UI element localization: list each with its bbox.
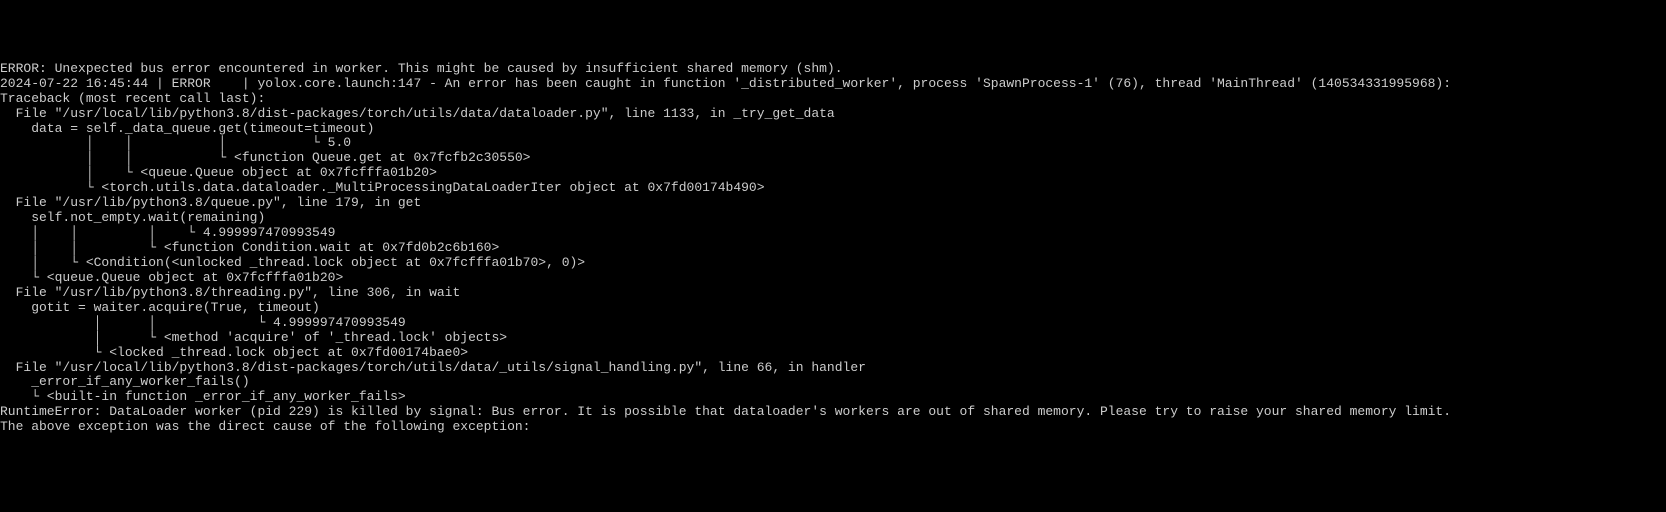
log-line-file-signalhandling: File "/usr/local/lib/python3.8/dist-pack… bbox=[0, 361, 1666, 376]
log-line-code-wait: self.not_empty.wait(remaining) bbox=[0, 211, 1666, 226]
log-line-error-header: 2024-07-22 16:45:44 | ERROR | yolox.core… bbox=[0, 77, 1666, 92]
log-line-traceback-header: Traceback (most recent call last): bbox=[0, 92, 1666, 107]
log-line-code-data: data = self._data_queue.get(timeout=time… bbox=[0, 122, 1666, 137]
log-line-error-bus: ERROR: Unexpected bus error encountered … bbox=[0, 62, 1666, 77]
log-line-trace-conditionobj: │ └ <Condition(<unlocked _thread.lock ob… bbox=[0, 256, 1666, 271]
log-line-trace-queueget: │ │ └ <function Queue.get at 0x7fcfb2c30… bbox=[0, 151, 1666, 166]
log-line-trace-timeout: │ │ │ └ 5.0 bbox=[0, 136, 1666, 151]
log-line-trace-queueobj2: └ <queue.Queue object at 0x7fcfffa01b20> bbox=[0, 271, 1666, 286]
log-line-file-queue: File "/usr/lib/python3.8/queue.py", line… bbox=[0, 196, 1666, 211]
log-line-trace-builtin: └ <built-in function _error_if_any_worke… bbox=[0, 390, 1666, 405]
log-line-exception-cause: The above exception was the direct cause… bbox=[0, 420, 1666, 435]
log-line-runtimeerror: RuntimeError: DataLoader worker (pid 229… bbox=[0, 405, 1666, 420]
log-line-file-dataloader: File "/usr/local/lib/python3.8/dist-pack… bbox=[0, 107, 1666, 122]
log-line-file-threading: File "/usr/lib/python3.8/threading.py", … bbox=[0, 286, 1666, 301]
log-line-trace-acquiremethod: │ └ <method 'acquire' of '_thread.lock' … bbox=[0, 331, 1666, 346]
log-line-trace-iter: └ <torch.utils.data.dataloader._MultiPro… bbox=[0, 181, 1666, 196]
terminal-output: ERROR: Unexpected bus error encountered … bbox=[0, 62, 1666, 435]
log-line-code-errorworker: _error_if_any_worker_fails() bbox=[0, 375, 1666, 390]
log-line-code-acquire: gotit = waiter.acquire(True, timeout) bbox=[0, 301, 1666, 316]
log-line-trace-lockobj: └ <locked _thread.lock object at 0x7fd00… bbox=[0, 346, 1666, 361]
log-line-trace-conditionwait: │ │ └ <function Condition.wait at 0x7fd0… bbox=[0, 241, 1666, 256]
log-line-trace-queueobj: │ └ <queue.Queue object at 0x7fcfffa01b2… bbox=[0, 166, 1666, 181]
log-line-trace-timeout2: │ │ └ 4.999997470993549 bbox=[0, 316, 1666, 331]
log-line-trace-remaining: │ │ │ └ 4.999997470993549 bbox=[0, 226, 1666, 241]
